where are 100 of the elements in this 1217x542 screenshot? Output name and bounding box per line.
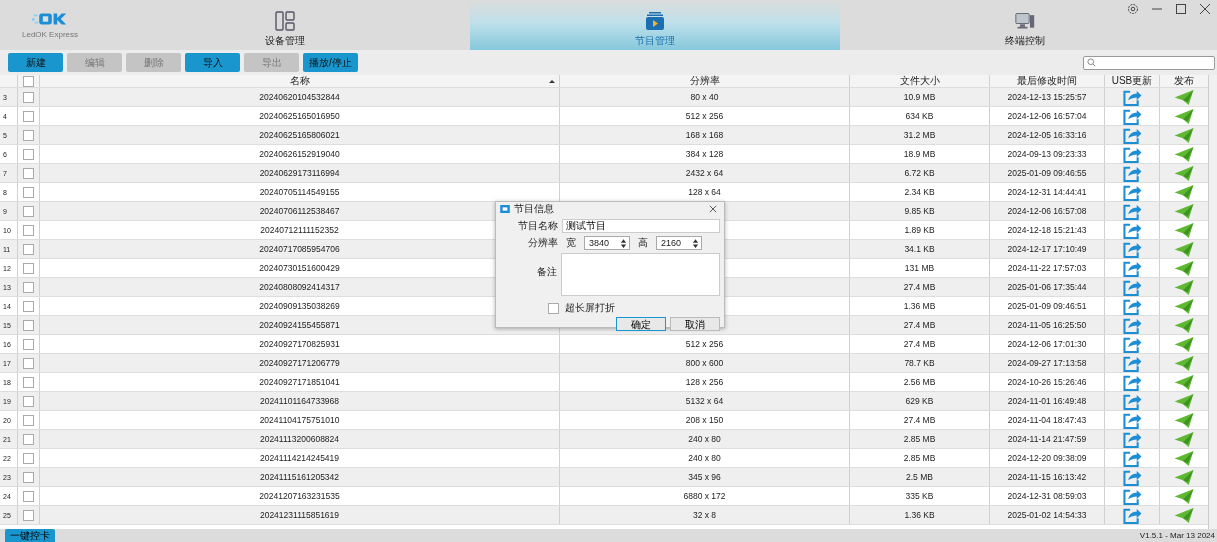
paper-plane-icon[interactable]: [1174, 297, 1194, 315]
column-header[interactable]: 分辨率: [689, 75, 720, 88]
toolbar-button[interactable]: 新建: [8, 53, 63, 72]
paper-plane-icon[interactable]: [1174, 259, 1194, 277]
paper-plane-icon[interactable]: [1174, 202, 1194, 220]
column-header[interactable]: 文件大小: [899, 75, 940, 88]
spinner-arrows-icon[interactable]: [692, 238, 699, 248]
sort-icon[interactable]: [549, 79, 555, 83]
row-checkbox[interactable]: [23, 148, 34, 160]
export-icon[interactable]: [1122, 88, 1142, 106]
export-icon[interactable]: [1122, 411, 1142, 429]
column-header[interactable]: 发布: [1174, 75, 1194, 88]
search-field[interactable]: [1083, 55, 1215, 70]
row-checkbox[interactable]: [23, 338, 34, 350]
table-cell: 2432 x 64: [685, 168, 724, 178]
nav-tab[interactable]: 设备管理: [100, 0, 470, 50]
row-checkbox[interactable]: [23, 186, 34, 198]
note-field[interactable]: [560, 253, 720, 296]
export-icon[interactable]: [1122, 164, 1142, 182]
paper-plane-icon[interactable]: [1174, 240, 1194, 258]
column-header[interactable]: 名称: [289, 75, 310, 88]
close-icon[interactable]: [1199, 3, 1211, 15]
export-icon[interactable]: [1122, 126, 1142, 144]
dialog-button[interactable]: 确定: [616, 317, 666, 331]
row-checkbox[interactable]: [23, 300, 34, 312]
export-icon[interactable]: [1122, 278, 1142, 296]
export-icon[interactable]: [1122, 335, 1142, 353]
height-spinbox[interactable]: 2160: [656, 236, 702, 250]
paper-plane-icon[interactable]: [1174, 449, 1194, 467]
row-checkbox[interactable]: [23, 262, 34, 274]
toolbar-button[interactable]: 播放/停止: [303, 53, 358, 72]
paper-plane-icon[interactable]: [1174, 278, 1194, 296]
spinner-arrows-icon[interactable]: [620, 238, 627, 248]
row-checkbox[interactable]: [23, 129, 34, 141]
row-checkbox[interactable]: [23, 205, 34, 217]
paper-plane-icon[interactable]: [1174, 88, 1194, 106]
paper-plane-icon[interactable]: [1174, 430, 1194, 448]
paper-plane-icon[interactable]: [1174, 354, 1194, 372]
card-control-button[interactable]: 一键控卡: [5, 529, 55, 542]
select-all-checkbox[interactable]: [23, 75, 34, 87]
export-icon[interactable]: [1122, 316, 1142, 334]
paper-plane-icon[interactable]: [1174, 506, 1194, 524]
dialog-button[interactable]: 取消: [670, 317, 720, 331]
paper-plane-icon[interactable]: [1174, 373, 1194, 391]
name-field[interactable]: 测试节目: [562, 219, 720, 233]
export-icon[interactable]: [1122, 107, 1142, 125]
paper-plane-icon[interactable]: [1174, 392, 1194, 410]
export-icon[interactable]: [1122, 202, 1142, 220]
row-checkbox[interactable]: [23, 395, 34, 407]
row-checkbox[interactable]: [23, 224, 34, 236]
paper-plane-icon[interactable]: [1174, 316, 1194, 334]
row-checkbox[interactable]: [23, 471, 34, 483]
export-icon[interactable]: [1122, 373, 1142, 391]
paper-plane-icon[interactable]: [1174, 335, 1194, 353]
row-checkbox[interactable]: [23, 91, 34, 103]
paper-plane-icon[interactable]: [1174, 221, 1194, 239]
fold-checkbox[interactable]: [548, 302, 559, 314]
paper-plane-icon[interactable]: [1174, 126, 1194, 144]
width-spinbox[interactable]: 3840: [584, 236, 630, 250]
toolbar-button[interactable]: 导入: [185, 53, 240, 72]
export-icon[interactable]: [1122, 183, 1142, 201]
export-icon[interactable]: [1122, 297, 1142, 315]
paper-plane-icon[interactable]: [1174, 164, 1194, 182]
row-checkbox[interactable]: [23, 452, 34, 464]
export-icon[interactable]: [1122, 392, 1142, 410]
row-checkbox[interactable]: [23, 110, 34, 122]
maximize-icon[interactable]: [1175, 3, 1187, 15]
row-checkbox[interactable]: [23, 414, 34, 426]
nav-tab[interactable]: 终端控制: [840, 0, 1210, 50]
row-checkbox[interactable]: [23, 243, 34, 255]
row-checkbox[interactable]: [23, 490, 34, 502]
column-header[interactable]: 最后修改时间: [1017, 75, 1077, 88]
paper-plane-icon[interactable]: [1174, 487, 1194, 505]
paper-plane-icon[interactable]: [1174, 468, 1194, 486]
row-checkbox[interactable]: [23, 376, 34, 388]
paper-plane-icon[interactable]: [1174, 411, 1194, 429]
export-icon[interactable]: [1122, 468, 1142, 486]
settings-icon[interactable]: [1127, 3, 1139, 15]
column-header[interactable]: USB更新: [1111, 75, 1153, 88]
export-icon[interactable]: [1122, 487, 1142, 505]
export-icon[interactable]: [1122, 354, 1142, 372]
close-icon[interactable]: [709, 205, 717, 213]
export-icon[interactable]: [1122, 449, 1142, 467]
paper-plane-icon[interactable]: [1174, 107, 1194, 125]
export-icon[interactable]: [1122, 145, 1142, 163]
row-checkbox[interactable]: [23, 319, 34, 331]
export-icon[interactable]: [1122, 259, 1142, 277]
row-checkbox[interactable]: [23, 509, 34, 521]
paper-plane-icon[interactable]: [1174, 145, 1194, 163]
row-checkbox[interactable]: [23, 281, 34, 293]
export-icon[interactable]: [1122, 506, 1142, 524]
row-checkbox[interactable]: [23, 167, 34, 179]
scrollbar[interactable]: [1208, 75, 1217, 529]
row-checkbox[interactable]: [23, 433, 34, 445]
export-icon[interactable]: [1122, 240, 1142, 258]
row-checkbox[interactable]: [23, 357, 34, 369]
table-cell: 2025-01-09 09:46:55: [1007, 168, 1087, 178]
export-icon[interactable]: [1122, 430, 1142, 448]
export-icon[interactable]: [1122, 221, 1142, 239]
paper-plane-icon[interactable]: [1174, 183, 1194, 201]
